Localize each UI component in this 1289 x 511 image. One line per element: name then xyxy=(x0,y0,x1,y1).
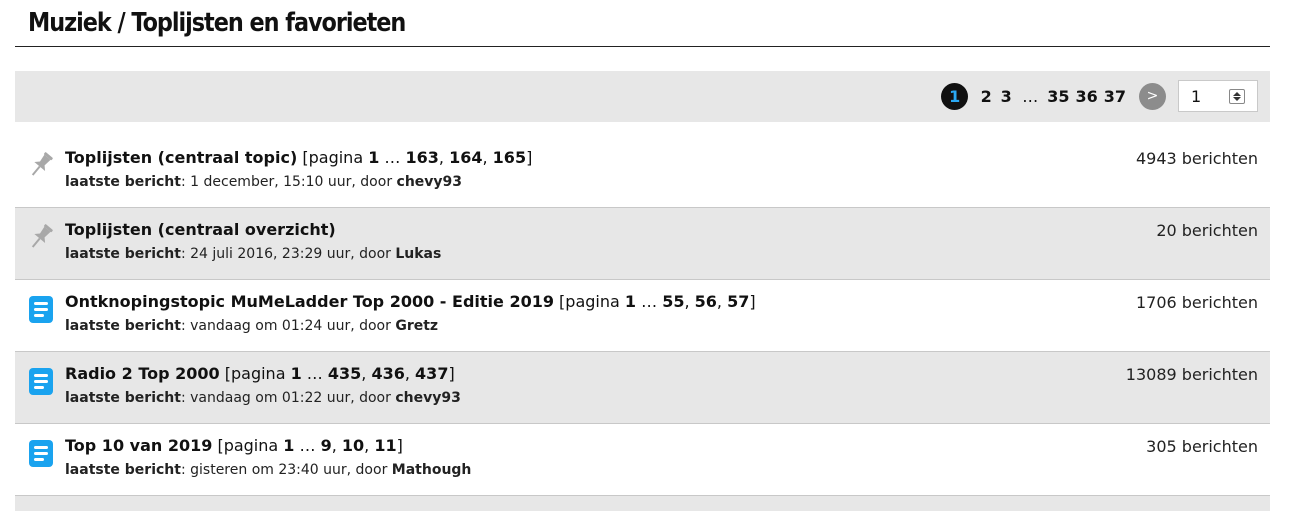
topic-page-link[interactable]: 56 xyxy=(695,292,717,311)
topic-page-link[interactable]: 436 xyxy=(371,364,404,383)
topic-title-link[interactable]: Radio 2 Top 2000 xyxy=(65,364,220,383)
page-link-35[interactable]: 35 xyxy=(1047,87,1069,106)
page-header: Muziek / Toplijsten en favorieten xyxy=(15,0,1270,47)
topic-row: Toplijsten (centraal overzicht) laatste … xyxy=(15,208,1270,280)
topic-row: Top 10 van 2019 [pagina 1 … 9, 10, 11] l… xyxy=(15,424,1270,496)
last-post-info: laatste bericht: vandaag om 01:22 uur, d… xyxy=(65,390,461,406)
topic-pages: [pagina 1 … 55, 56, 57] xyxy=(553,292,756,311)
topic-pages: [pagina 1 … 9, 10, 11] xyxy=(212,436,403,455)
next-topic-row-partial xyxy=(15,496,1270,511)
last-post-info: laatste bericht: vandaag om 01:24 uur, d… xyxy=(65,318,439,334)
pin-icon xyxy=(31,152,53,176)
spinner-up-icon[interactable] xyxy=(1233,92,1241,96)
page-number-field xyxy=(1178,80,1258,112)
last-post-label[interactable]: laatste bericht xyxy=(65,462,181,478)
last-post-label[interactable]: laatste bericht xyxy=(65,174,181,190)
page-link-3[interactable]: 3 xyxy=(999,87,1013,106)
document-icon xyxy=(29,368,53,395)
post-count: 305 berichten xyxy=(1146,437,1258,456)
author-link[interactable]: Gretz xyxy=(395,318,438,334)
page-ellipsis: … xyxy=(1022,86,1039,106)
author-link[interactable]: chevy93 xyxy=(397,174,463,190)
document-icon xyxy=(29,440,53,467)
page-current[interactable]: 1 xyxy=(941,82,969,110)
last-post-info: laatste bericht: 1 december, 15:10 uur, … xyxy=(65,174,463,190)
author-link[interactable]: Lukas xyxy=(395,246,441,262)
last-post-label[interactable]: laatste bericht xyxy=(65,318,181,334)
topic-page-link[interactable]: 163 xyxy=(406,148,439,167)
topic-page-link[interactable]: 164 xyxy=(449,148,482,167)
topic-page-link[interactable]: 1 xyxy=(291,364,302,383)
topic-page-link[interactable]: 10 xyxy=(342,436,364,455)
topic-page-link[interactable]: 1 xyxy=(283,436,294,455)
topic-title-link[interactable]: Toplijsten (centraal overzicht) xyxy=(65,220,336,239)
topic-row: Toplijsten (centraal topic) [pagina 1 … … xyxy=(15,136,1270,208)
topic-page-link[interactable]: 55 xyxy=(662,292,684,311)
post-count: 13089 berichten xyxy=(1125,365,1258,384)
topic-title-link[interactable]: Toplijsten (centraal topic) xyxy=(65,148,297,167)
page-link-37[interactable]: 37 xyxy=(1104,87,1126,106)
page-number-input[interactable] xyxy=(1189,85,1233,107)
spinner-down-icon[interactable] xyxy=(1233,97,1241,101)
topic-row: Radio 2 Top 2000 [pagina 1 … 435, 436, 4… xyxy=(15,352,1270,424)
topic-pages: [pagina 1 … 435, 436, 437] xyxy=(219,364,455,383)
topic-page-link[interactable]: 437 xyxy=(415,364,448,383)
page-title: Muziek / Toplijsten en favorieten xyxy=(28,8,406,38)
topic-title-link[interactable]: Ontknopingstopic MuMeLadder Top 2000 - E… xyxy=(65,292,554,311)
post-count: 20 berichten xyxy=(1156,221,1258,240)
last-post-label[interactable]: laatste bericht xyxy=(65,390,181,406)
pagination-bar: 1 2 3 … 35 36 37 > xyxy=(15,71,1270,122)
topic-page-link[interactable]: 57 xyxy=(727,292,749,311)
topic-page-link[interactable]: 1 xyxy=(368,148,379,167)
topic-page-link[interactable]: 165 xyxy=(493,148,526,167)
author-link[interactable]: Mathough xyxy=(392,462,472,478)
page-link-2[interactable]: 2 xyxy=(979,87,993,106)
last-post-info: laatste bericht: 24 juli 2016, 23:29 uur… xyxy=(65,246,442,262)
document-icon xyxy=(29,296,53,323)
topic-row: Ontknopingstopic MuMeLadder Top 2000 - E… xyxy=(15,280,1270,352)
topic-page-link[interactable]: 9 xyxy=(321,436,332,455)
last-post-info: laatste bericht: gisteren om 23:40 uur, … xyxy=(65,462,472,478)
next-page-button[interactable]: > xyxy=(1139,82,1166,110)
topic-pages: [pagina 1 … 163, 164, 165] xyxy=(297,148,533,167)
post-count: 1706 berichten xyxy=(1135,293,1258,312)
pagination: 1 2 3 … 35 36 37 > xyxy=(938,78,1258,114)
topic-list: Toplijsten (centraal topic) [pagina 1 … … xyxy=(15,136,1270,496)
topic-page-link[interactable]: 11 xyxy=(374,436,396,455)
topic-title-link[interactable]: Top 10 van 2019 xyxy=(65,436,212,455)
post-count: 4943 berichten xyxy=(1135,149,1258,168)
pin-icon xyxy=(31,224,53,248)
topic-page-link[interactable]: 1 xyxy=(625,292,636,311)
last-post-label[interactable]: laatste bericht xyxy=(65,246,181,262)
topic-page-link[interactable]: 435 xyxy=(328,364,361,383)
page-number-spinner[interactable] xyxy=(1229,89,1245,104)
author-link[interactable]: chevy93 xyxy=(395,390,461,406)
page-link-36[interactable]: 36 xyxy=(1075,87,1097,106)
